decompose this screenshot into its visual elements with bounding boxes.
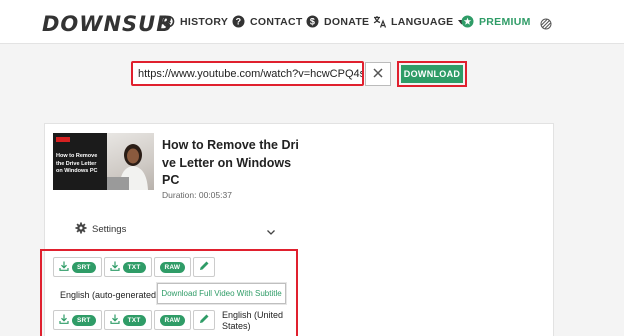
download-srt-button[interactable]: SRT bbox=[53, 257, 102, 277]
dollar-icon: $ bbox=[306, 15, 319, 28]
translate-icon bbox=[373, 15, 387, 28]
nav-history-label: HISTORY bbox=[180, 15, 229, 28]
clear-input-button[interactable] bbox=[365, 62, 391, 86]
download-txt-button[interactable]: TXT bbox=[103, 310, 152, 330]
srt-badge: SRT bbox=[72, 314, 96, 326]
download-button-wrapper: DOWNLOAD bbox=[397, 61, 467, 87]
site-header: DOWNSUB HISTORY ? CONTACT $ DONATE LANGU… bbox=[0, 0, 624, 44]
nav-language-label: LANGUAGE bbox=[391, 15, 454, 28]
nav-premium-label: PREMIUM bbox=[479, 15, 531, 28]
download-raw-button[interactable]: RAW bbox=[153, 310, 192, 330]
svg-text:$: $ bbox=[310, 17, 315, 27]
star-badge-icon bbox=[461, 15, 474, 28]
settings-toggle[interactable]: Settings bbox=[75, 222, 126, 237]
txt-badge: TXT bbox=[122, 261, 146, 273]
download-button[interactable]: DOWNLOAD bbox=[401, 65, 463, 83]
nav-language[interactable]: LANGUAGE bbox=[373, 15, 466, 28]
edit-subtitle-button[interactable] bbox=[193, 310, 216, 330]
video-duration: Duration: 00:05:37 bbox=[162, 190, 232, 200]
srt-badge: SRT bbox=[72, 261, 96, 273]
download-raw-button[interactable]: RAW bbox=[153, 257, 192, 277]
raw-badge: RAW bbox=[159, 314, 186, 326]
settings-label: Settings bbox=[92, 224, 127, 235]
history-icon bbox=[162, 15, 175, 28]
download-full-video-button[interactable]: Download Full Video With Subtitle bbox=[157, 283, 286, 304]
raw-badge: RAW bbox=[159, 261, 186, 273]
subtitle-track-1-buttons: SRT TXT RAW bbox=[53, 257, 216, 277]
downsub-logo[interactable]: DOWNSUB bbox=[42, 12, 173, 36]
download-icon bbox=[110, 258, 120, 276]
nav-contact-label: CONTACT bbox=[250, 15, 303, 28]
pencil-icon bbox=[199, 311, 210, 329]
gear-icon bbox=[75, 222, 87, 237]
svg-text:?: ? bbox=[236, 17, 242, 27]
nav-premium[interactable]: PREMIUM bbox=[461, 15, 531, 28]
nav-history[interactable]: HISTORY bbox=[162, 15, 228, 28]
download-srt-button[interactable]: SRT bbox=[53, 310, 102, 330]
close-icon bbox=[373, 65, 383, 83]
thumbnail-brand-tag bbox=[56, 137, 70, 142]
nav-donate-label: DONATE bbox=[324, 15, 370, 28]
chevron-down-icon[interactable] bbox=[266, 224, 276, 235]
video-thumbnail: How to Remove the Drive Letter on Window… bbox=[53, 133, 154, 190]
video-title: How to Remove the Drive Letter on Window… bbox=[162, 138, 299, 187]
download-icon bbox=[59, 258, 69, 276]
url-input-wrapper bbox=[131, 61, 364, 86]
edit-subtitle-button[interactable] bbox=[193, 257, 216, 277]
subtitle-track-2-language: English (United States) bbox=[222, 310, 284, 331]
url-input[interactable] bbox=[133, 63, 362, 84]
thumbnail-caption: How to Remove the Drive Letter on Window… bbox=[56, 153, 98, 174]
theme-toggle-icon[interactable] bbox=[540, 17, 552, 30]
nav-donate[interactable]: $ DONATE bbox=[306, 15, 369, 28]
download-txt-button[interactable]: TXT bbox=[103, 257, 152, 277]
download-icon bbox=[110, 311, 120, 329]
txt-badge: TXT bbox=[122, 314, 146, 326]
thumbnail-person-photo bbox=[107, 133, 154, 190]
nav-contact[interactable]: ? CONTACT bbox=[232, 15, 303, 28]
download-icon bbox=[59, 311, 69, 329]
subtitle-track-2-buttons: SRT TXT RAW bbox=[53, 310, 216, 330]
subtitle-track-1-language: English (auto-generated) bbox=[60, 290, 160, 300]
question-icon: ? bbox=[232, 15, 245, 28]
pencil-icon bbox=[199, 258, 210, 276]
